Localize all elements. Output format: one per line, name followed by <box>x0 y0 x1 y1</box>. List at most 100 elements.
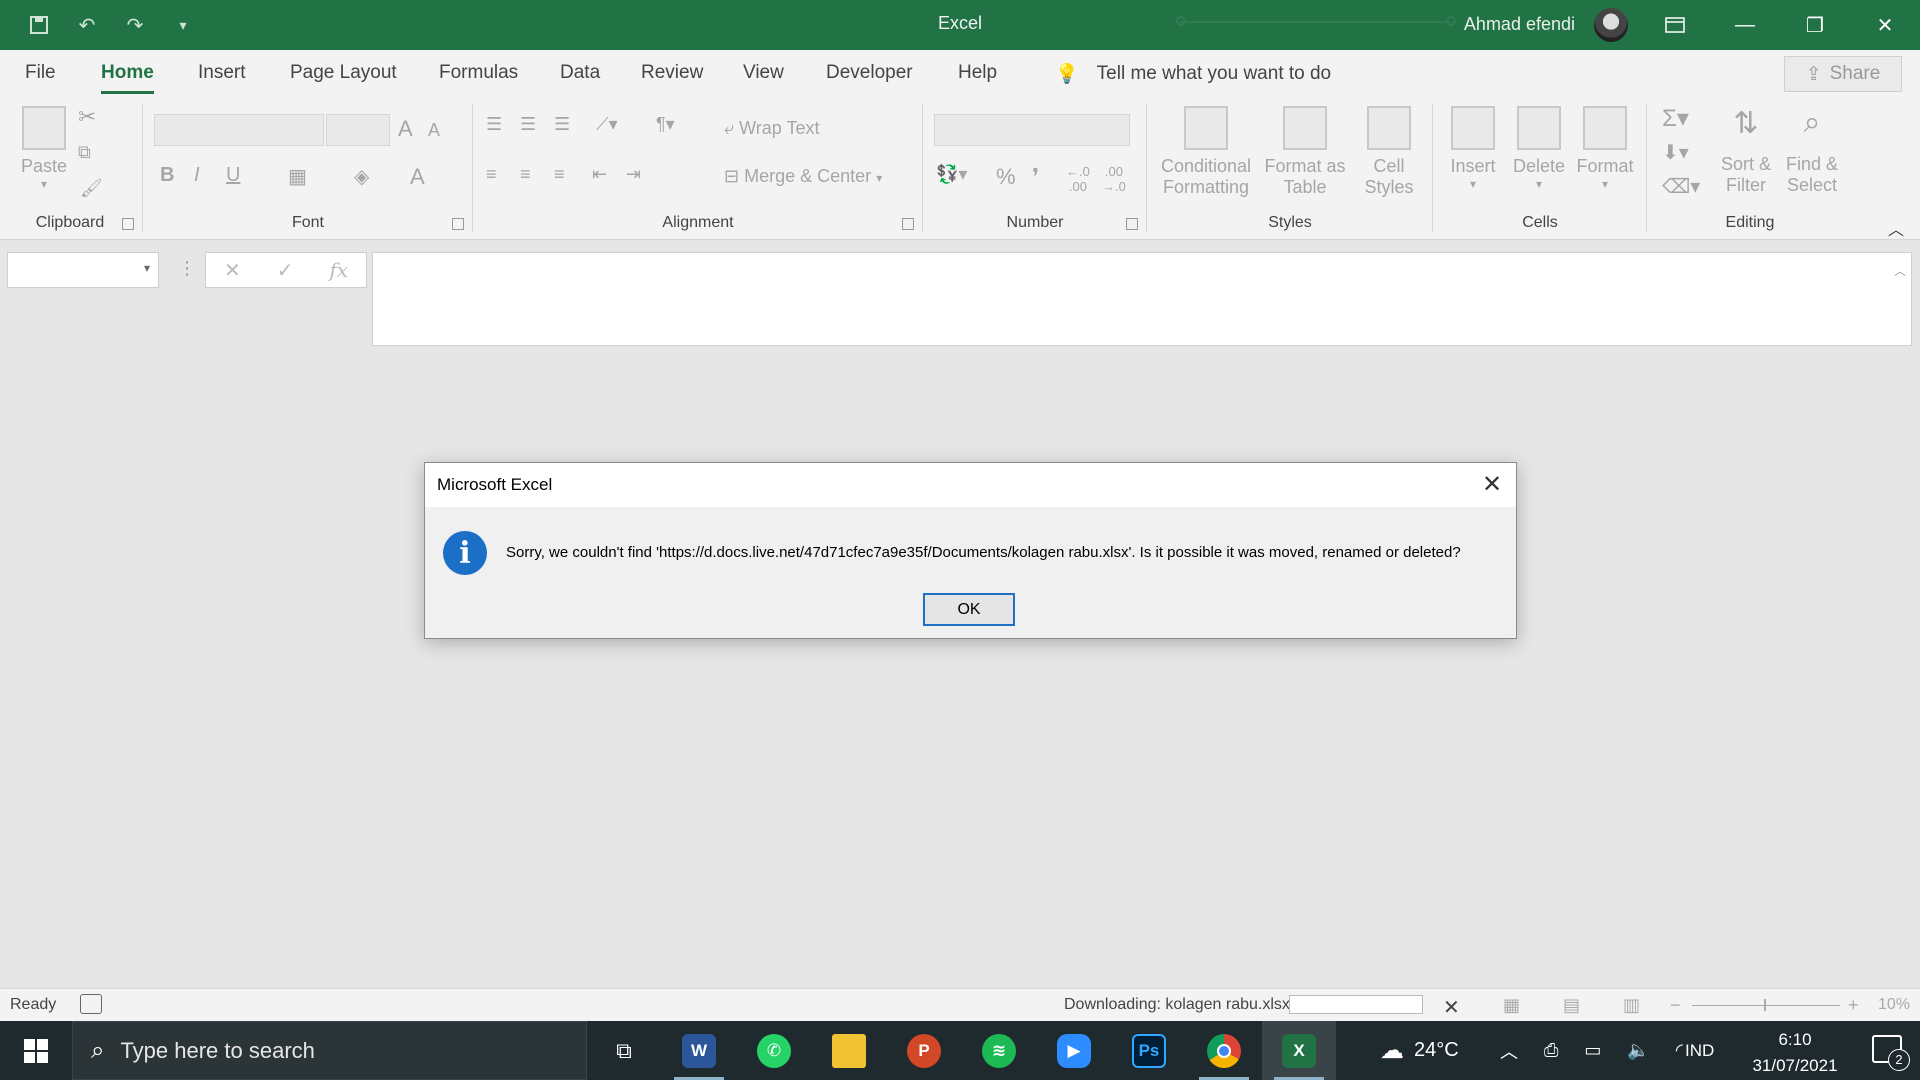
avatar[interactable] <box>1594 8 1628 42</box>
italic-icon[interactable]: I <box>194 164 200 187</box>
conditional-formatting-button[interactable]: Conditional Formatting <box>1156 106 1256 198</box>
normal-view-icon[interactable]: ▦ <box>1503 995 1520 1016</box>
paste-button[interactable]: Paste ▾ <box>18 106 70 191</box>
insert-cells-button[interactable]: Insert ▾ <box>1442 106 1504 191</box>
tab-formulas[interactable]: Formulas <box>439 62 518 84</box>
decrease-font-icon[interactable]: A <box>428 120 440 141</box>
zoom-slider-thumb[interactable] <box>1764 999 1766 1011</box>
ribbon-display-options-icon[interactable] <box>1640 0 1710 50</box>
merge-center-button[interactable]: ⊟ Merge & Center ▾ <box>724 166 882 187</box>
taskbar-chrome[interactable] <box>1187 1021 1261 1080</box>
taskbar-excel[interactable]: X <box>1262 1021 1336 1080</box>
cancel-download-icon[interactable]: ✕ <box>1443 995 1460 1020</box>
orientation-icon[interactable]: ⟋▾ <box>596 114 618 135</box>
cell-styles-button[interactable]: Cell Styles <box>1354 106 1424 198</box>
tell-me-search[interactable]: 💡 Tell me what you want to do <box>1055 62 1331 86</box>
accounting-format-icon[interactable]: 💱▾ <box>936 164 967 185</box>
wifi-icon[interactable]: ◜ <box>1676 1040 1683 1061</box>
taskbar-photoshop[interactable]: Ps <box>1112 1021 1186 1080</box>
task-view-button[interactable]: ⧉ <box>587 1021 661 1080</box>
tab-home[interactable]: Home <box>101 62 154 94</box>
align-right-icon[interactable]: ≡ <box>554 164 565 185</box>
number-format-select[interactable] <box>934 114 1130 146</box>
meet-now-icon[interactable]: ⎙ <box>1544 1040 1558 1061</box>
font-launcher-icon[interactable] <box>452 218 464 230</box>
alignment-launcher-icon[interactable] <box>902 218 914 230</box>
borders-icon[interactable]: ▦ <box>288 164 307 189</box>
taskbar-powerpoint[interactable]: P <box>887 1021 961 1080</box>
expand-formula-bar-icon[interactable]: ︿ <box>1894 262 1906 279</box>
insert-function-icon[interactable]: fx <box>329 258 348 282</box>
taskbar-file-explorer[interactable] <box>812 1021 886 1080</box>
dialog-close-icon[interactable]: ✕ <box>1478 471 1506 499</box>
tab-insert[interactable]: Insert <box>198 62 246 84</box>
tab-help[interactable]: Help <box>958 62 997 84</box>
comma-style-icon[interactable]: ❜ <box>1032 164 1039 190</box>
clipboard-launcher-icon[interactable] <box>122 218 134 230</box>
clear-icon[interactable]: ⌫▾ <box>1662 174 1700 199</box>
copy-icon[interactable]: ⧉ <box>78 142 91 163</box>
sort-filter-button[interactable]: ⇅ Sort & Filter <box>1714 106 1778 196</box>
delete-cells-button[interactable]: Delete ▾ <box>1508 106 1570 191</box>
tab-data[interactable]: Data <box>560 62 600 84</box>
input-language[interactable]: IND <box>1685 1021 1714 1080</box>
autosum-icon[interactable]: Σ▾ <box>1662 104 1689 133</box>
page-layout-view-icon[interactable]: ▤ <box>1563 995 1580 1016</box>
taskbar-zoom[interactable]: ▶ <box>1037 1021 1111 1080</box>
zoom-slider[interactable] <box>1692 1005 1840 1006</box>
increase-decimal-icon[interactable]: ←.0.00 <box>1066 164 1090 194</box>
increase-font-icon[interactable]: A <box>398 116 413 142</box>
decrease-decimal-icon[interactable]: .00 →.0 <box>1102 164 1126 194</box>
align-left-icon[interactable]: ≡ <box>486 164 497 185</box>
tab-page-layout[interactable]: Page Layout <box>290 62 397 84</box>
underline-icon[interactable]: U <box>226 164 240 187</box>
taskbar-spotify[interactable]: ≋ <box>962 1021 1036 1080</box>
zoom-out-icon[interactable]: − <box>1670 995 1681 1016</box>
align-center-icon[interactable]: ≡ <box>520 164 531 185</box>
font-size-select[interactable] <box>326 114 390 146</box>
ok-button[interactable]: OK <box>923 593 1015 626</box>
formula-input[interactable] <box>372 252 1912 346</box>
fill-color-icon[interactable]: ◈ <box>354 164 369 189</box>
zoom-level[interactable]: 10% <box>1878 996 1910 1014</box>
battery-icon[interactable]: ▭ <box>1584 1040 1601 1061</box>
text-direction-icon[interactable]: ¶▾ <box>656 114 675 135</box>
percent-icon[interactable]: % <box>996 164 1016 190</box>
tab-file[interactable]: File <box>25 62 56 84</box>
fill-icon[interactable]: ⬇▾ <box>1662 140 1689 165</box>
font-color-icon[interactable]: A <box>410 164 425 190</box>
format-painter-icon[interactable]: 🖌 <box>80 178 103 199</box>
show-hidden-icons-icon[interactable]: ︿ <box>1500 1038 1518 1064</box>
cut-icon[interactable]: ✂ <box>78 104 96 130</box>
tab-view[interactable]: View <box>743 62 784 84</box>
notification-center-icon[interactable]: 2 <box>1872 1035 1910 1071</box>
minimize-icon[interactable]: — <box>1710 0 1780 50</box>
increase-indent-icon[interactable]: ⇥ <box>626 164 641 185</box>
share-button[interactable]: ⇪ Share <box>1784 56 1902 92</box>
format-as-table-button[interactable]: Format as Table <box>1260 106 1350 198</box>
taskbar-search[interactable]: ⌕ Type here to search <box>72 1021 587 1080</box>
format-cells-button[interactable]: Format ▾ <box>1572 106 1638 191</box>
decrease-indent-icon[interactable]: ⇤ <box>592 164 607 185</box>
name-box[interactable] <box>7 252 159 288</box>
user-name[interactable]: Ahmad efendi <box>1464 14 1575 35</box>
zoom-in-icon[interactable]: + <box>1848 995 1859 1016</box>
tab-review[interactable]: Review <box>641 62 703 84</box>
collapse-ribbon-icon[interactable]: ︿ <box>1888 216 1904 240</box>
enter-icon[interactable]: ✓ <box>277 258 294 283</box>
start-button[interactable] <box>0 1021 72 1080</box>
weather-widget[interactable]: ☁ 24°C <box>1380 1021 1459 1080</box>
tab-developer[interactable]: Developer <box>826 62 913 84</box>
top-align-icon[interactable]: ☰ <box>486 114 502 135</box>
taskbar-whatsapp[interactable]: ✆ <box>737 1021 811 1080</box>
number-launcher-icon[interactable] <box>1126 218 1138 230</box>
page-break-view-icon[interactable]: ▥ <box>1623 995 1640 1016</box>
font-name-select[interactable] <box>154 114 324 146</box>
cancel-icon[interactable]: ✕ <box>224 258 241 283</box>
restore-icon[interactable]: ❐ <box>1780 0 1850 50</box>
close-window-icon[interactable]: ✕ <box>1850 0 1920 50</box>
find-select-button[interactable]: ⌕ Find & Select <box>1780 106 1844 196</box>
volume-icon[interactable]: 🔈 <box>1627 1040 1649 1061</box>
taskbar-word[interactable]: W <box>662 1021 736 1080</box>
clock[interactable]: 6:10 31/07/2021 <box>1745 1027 1845 1079</box>
